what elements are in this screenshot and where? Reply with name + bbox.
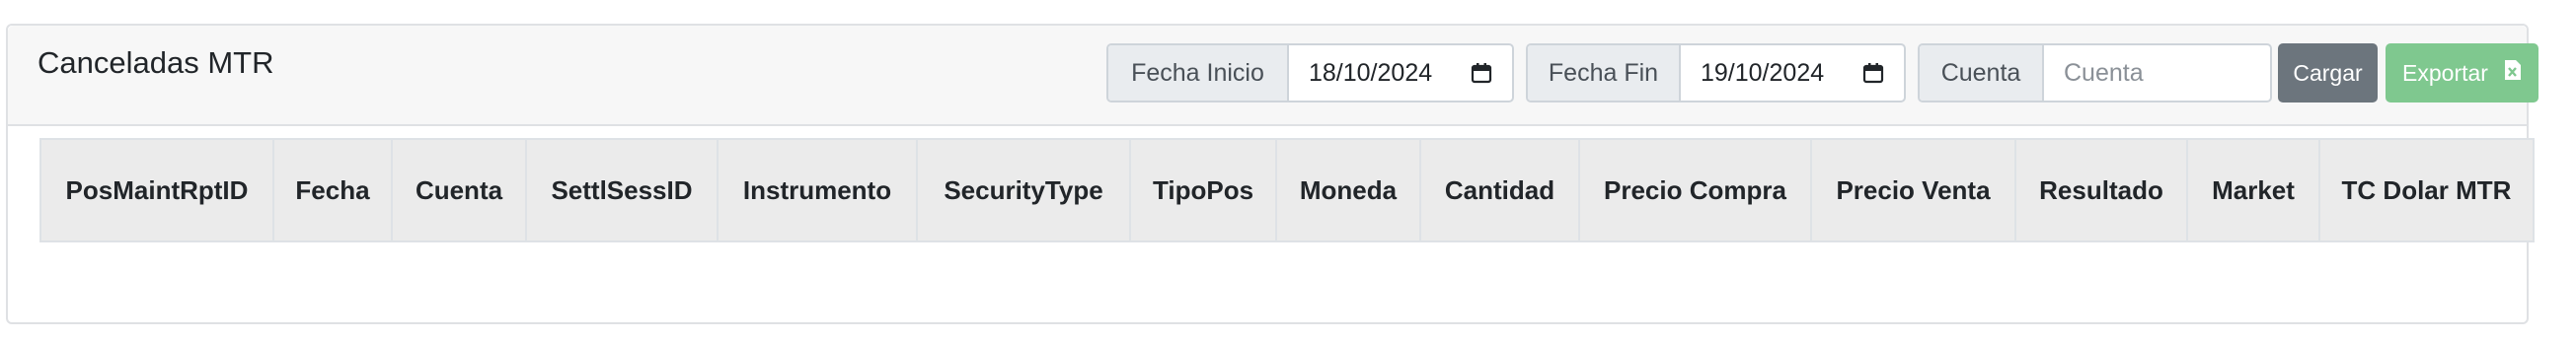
column-header-instrumento[interactable]: Instrumento (719, 140, 918, 240)
exportar-button[interactable]: Exportar (2386, 43, 2538, 102)
column-header-resultado[interactable]: Resultado (2016, 140, 2188, 240)
fecha-fin-input[interactable]: 19/10/2024 (1681, 45, 1904, 101)
fecha-fin-value: 19/10/2024 (1701, 58, 1825, 87)
column-header-cuenta[interactable]: Cuenta (393, 140, 527, 240)
column-header-posmaintrptid[interactable]: PosMaintRptID (41, 140, 274, 240)
column-header-moneda[interactable]: Moneda (1277, 140, 1421, 240)
calendar-icon[interactable] (1862, 62, 1904, 84)
table-header-row: PosMaintRptID Fecha Cuenta SettlSessID I… (41, 140, 2533, 240)
column-header-tipopos[interactable]: TipoPos (1131, 140, 1277, 240)
fecha-fin-group: Fecha Fin 19/10/2024 (1526, 43, 1906, 102)
column-header-precio-venta[interactable]: Precio Venta (1812, 140, 2016, 240)
fecha-inicio-input[interactable]: 18/10/2024 (1289, 45, 1512, 101)
column-header-settlsessid[interactable]: SettlSessID (527, 140, 719, 240)
column-header-cantidad[interactable]: Cantidad (1421, 140, 1580, 240)
cuenta-label: Cuenta (1920, 45, 2044, 101)
cargar-button-label: Cargar (2293, 59, 2363, 86)
fecha-fin-label: Fecha Fin (1528, 45, 1681, 101)
cargar-button[interactable]: Cargar (2278, 43, 2378, 102)
column-header-securitytype[interactable]: SecurityType (918, 140, 1131, 240)
report-card: Canceladas MTR Fecha Inicio 18/10/2024 F… (6, 24, 2538, 324)
column-header-tc-dolar-mtr[interactable]: TC Dolar MTR (2320, 140, 2533, 240)
results-table: PosMaintRptID Fecha Cuenta SettlSessID I… (39, 138, 2535, 242)
excel-file-icon (2504, 59, 2522, 87)
column-header-fecha[interactable]: Fecha (274, 140, 393, 240)
card-header: Canceladas MTR Fecha Inicio 18/10/2024 F… (8, 26, 2538, 126)
exportar-button-label: Exportar (2402, 59, 2488, 86)
fecha-inicio-label: Fecha Inicio (1108, 45, 1289, 101)
column-header-precio-compra[interactable]: Precio Compra (1580, 140, 1812, 240)
cuenta-group: Cuenta Cuenta (1918, 43, 2272, 102)
cuenta-placeholder: Cuenta (2064, 58, 2144, 87)
fecha-inicio-value: 18/10/2024 (1309, 58, 1433, 87)
column-header-market[interactable]: Market (2188, 140, 2320, 240)
cuenta-input[interactable]: Cuenta (2044, 45, 2270, 101)
fecha-inicio-group: Fecha Inicio 18/10/2024 (1106, 43, 1514, 102)
page-title: Canceladas MTR (38, 45, 274, 80)
calendar-icon[interactable] (1471, 62, 1512, 84)
